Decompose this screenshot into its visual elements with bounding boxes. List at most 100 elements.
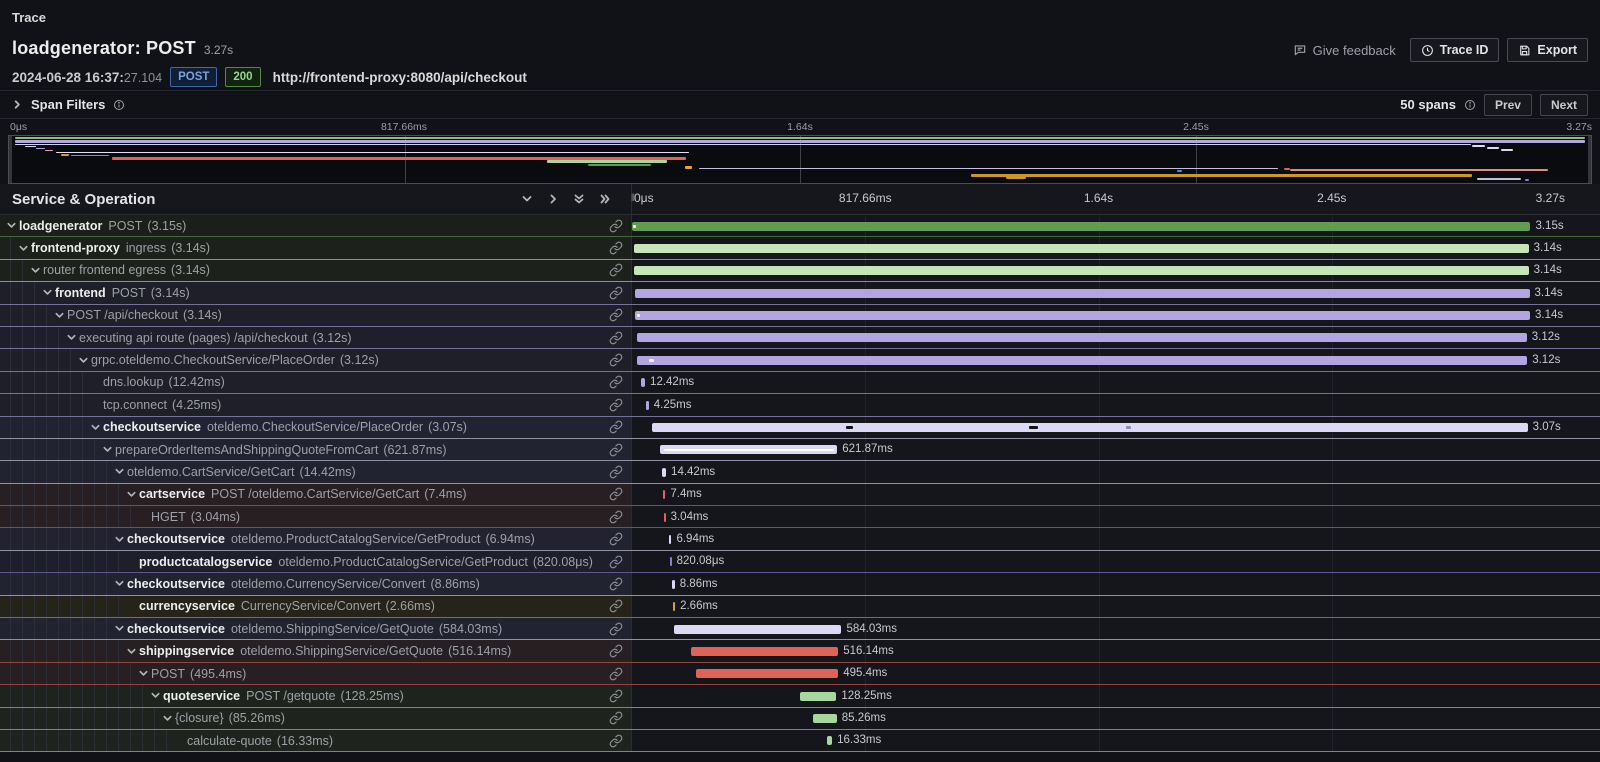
span-bar[interactable] — [652, 423, 1528, 432]
span-row-timeline[interactable]: 6.94ms — [632, 528, 1600, 549]
span-row[interactable]: {closure} (85.26ms) 85.26ms — [0, 708, 1600, 730]
span-row[interactable]: oteldemo.CartService/GetCart (14.42ms) 1… — [0, 461, 1600, 483]
span-bar[interactable] — [637, 333, 1527, 342]
span-row[interactable]: productcatalogservice oteldemo.ProductCa… — [0, 551, 1600, 573]
span-row-timeline[interactable]: 4.25ms — [632, 394, 1600, 415]
chevron-down-icon[interactable] — [90, 422, 103, 433]
span-link-icon[interactable] — [609, 443, 631, 457]
span-row-left[interactable]: frontend-proxy ingress (3.14s) — [0, 237, 632, 258]
span-row-left[interactable]: POST /api/checkout (3.14s) — [0, 305, 632, 326]
trace-id-button[interactable]: Trace ID — [1410, 38, 1500, 62]
chevron-down-icon[interactable] — [138, 668, 151, 679]
span-link-icon[interactable] — [609, 375, 631, 389]
span-row[interactable]: POST /api/checkout (3.14s) 3.14s — [0, 305, 1600, 327]
span-row-timeline[interactable]: 3.12s — [632, 349, 1600, 370]
span-row[interactable]: loadgenerator POST (3.15s) 3.15s — [0, 215, 1600, 237]
span-row-left[interactable]: router frontend egress (3.14s) — [0, 260, 632, 281]
span-link-icon[interactable] — [609, 599, 631, 613]
span-link-icon[interactable] — [609, 734, 631, 748]
span-bar[interactable] — [634, 244, 1529, 253]
panel-resize-handle[interactable]: ‖ — [631, 193, 636, 204]
chevron-down-icon[interactable] — [126, 489, 139, 500]
chevron-down-icon[interactable] — [114, 623, 127, 634]
span-row-timeline[interactable]: 3.12s — [632, 327, 1600, 348]
span-row-timeline[interactable]: 3.14s — [632, 282, 1600, 303]
span-row[interactable]: prepareOrderItemsAndShippingQuoteFromCar… — [0, 439, 1600, 461]
span-link-icon[interactable] — [609, 689, 631, 703]
export-button[interactable]: Export — [1507, 38, 1588, 62]
chevron-down-icon[interactable] — [114, 466, 127, 477]
span-row-left[interactable]: currencyservice CurrencyService/Convert … — [0, 596, 632, 617]
next-button[interactable]: Next — [1540, 94, 1588, 116]
span-row[interactable]: frontend POST (3.14s) 3.14s — [0, 282, 1600, 304]
span-bar[interactable] — [674, 625, 841, 634]
span-row[interactable]: checkoutservice oteldemo.ShippingService… — [0, 618, 1600, 640]
span-link-icon[interactable] — [609, 667, 631, 681]
span-row-left[interactable]: oteldemo.CartService/GetCart (14.42ms) — [0, 461, 632, 482]
expand-all-icon[interactable] — [573, 193, 585, 205]
chevron-down-icon[interactable] — [6, 220, 19, 231]
chevron-down-icon[interactable] — [42, 287, 55, 298]
prev-button[interactable]: Prev — [1484, 94, 1532, 116]
span-link-icon[interactable] — [609, 308, 631, 322]
span-row-timeline[interactable]: 3.14s — [632, 237, 1600, 258]
span-row-timeline[interactable]: 820.08μs — [632, 551, 1600, 572]
chevron-down-icon[interactable] — [114, 578, 127, 589]
span-row-timeline[interactable]: 3.04ms — [632, 506, 1600, 527]
span-bar[interactable] — [813, 714, 837, 723]
span-link-icon[interactable] — [609, 510, 631, 524]
span-row-timeline[interactable]: 495.4ms — [632, 663, 1600, 684]
span-link-icon[interactable] — [609, 398, 631, 412]
span-row[interactable]: frontend-proxy ingress (3.14s) 3.14s — [0, 237, 1600, 259]
span-row-left[interactable]: tcp.connect (4.25ms) — [0, 394, 632, 415]
span-row[interactable]: calculate-quote (16.33ms) 16.33ms — [0, 730, 1600, 752]
span-bar[interactable] — [691, 647, 838, 656]
minimap-left-handle[interactable] — [9, 136, 12, 183]
span-link-icon[interactable] — [609, 622, 631, 636]
chevron-down-icon[interactable] — [114, 534, 127, 545]
span-row-left[interactable]: calculate-quote (16.33ms) — [0, 730, 632, 751]
span-row-timeline[interactable]: 3.07s — [632, 417, 1600, 438]
span-bar[interactable] — [800, 692, 836, 701]
chevron-down-icon[interactable] — [150, 690, 163, 701]
span-bar[interactable] — [632, 222, 1530, 231]
span-row[interactable]: dns.lookup (12.42ms) 12.42ms — [0, 372, 1600, 394]
span-row-timeline[interactable]: 3.14s — [632, 260, 1600, 281]
span-link-icon[interactable] — [609, 555, 631, 569]
span-row-timeline[interactable]: 128.25ms — [632, 685, 1600, 706]
span-row-left[interactable]: dns.lookup (12.42ms) — [0, 372, 632, 393]
span-bar[interactable] — [637, 356, 1527, 365]
span-row[interactable]: grpc.oteldemo.CheckoutService/PlaceOrder… — [0, 349, 1600, 371]
span-row-left[interactable]: checkoutservice oteldemo.CheckoutService… — [0, 417, 632, 438]
span-row-left[interactable]: quoteservice POST /getquote (128.25ms) — [0, 685, 632, 706]
span-row-timeline[interactable]: 16.33ms — [632, 730, 1600, 751]
span-row-left[interactable]: executing api route (pages) /api/checkou… — [0, 327, 632, 348]
chevron-down-icon[interactable] — [126, 646, 139, 657]
span-row[interactable]: HGET (3.04ms) 3.04ms — [0, 506, 1600, 528]
span-link-icon[interactable] — [609, 420, 631, 434]
chevron-down-icon[interactable] — [18, 243, 31, 254]
span-link-icon[interactable] — [609, 532, 631, 546]
chevron-down-icon[interactable] — [66, 332, 79, 343]
span-row-left[interactable]: loadgenerator POST (3.15s) — [0, 215, 632, 236]
span-row-timeline[interactable]: 12.42ms — [632, 372, 1600, 393]
span-row-left[interactable]: checkoutservice oteldemo.ShippingService… — [0, 618, 632, 639]
span-row[interactable]: checkoutservice oteldemo.CurrencyService… — [0, 573, 1600, 595]
span-bar[interactable] — [696, 669, 838, 678]
chevron-down-icon[interactable] — [162, 713, 175, 724]
collapse-one-level-icon[interactable] — [547, 193, 559, 205]
span-row[interactable]: shippingservice oteldemo.ShippingService… — [0, 640, 1600, 662]
span-link-icon[interactable] — [609, 711, 631, 725]
chevron-down-icon[interactable] — [54, 310, 67, 321]
give-feedback-button[interactable]: Give feedback — [1293, 43, 1396, 58]
span-row-timeline[interactable]: 7.4ms — [632, 484, 1600, 505]
minimap-canvas[interactable] — [8, 135, 1592, 184]
span-row-timeline[interactable]: 584.03ms — [632, 618, 1600, 639]
span-link-icon[interactable] — [609, 331, 631, 345]
chevron-down-icon[interactable] — [30, 265, 43, 276]
span-link-icon[interactable] — [609, 241, 631, 255]
span-row-left[interactable]: prepareOrderItemsAndShippingQuoteFromCar… — [0, 439, 632, 460]
span-row-left[interactable]: frontend POST (3.14s) — [0, 282, 632, 303]
span-row-timeline[interactable]: 516.14ms — [632, 640, 1600, 661]
span-row[interactable]: tcp.connect (4.25ms) 4.25ms — [0, 394, 1600, 416]
